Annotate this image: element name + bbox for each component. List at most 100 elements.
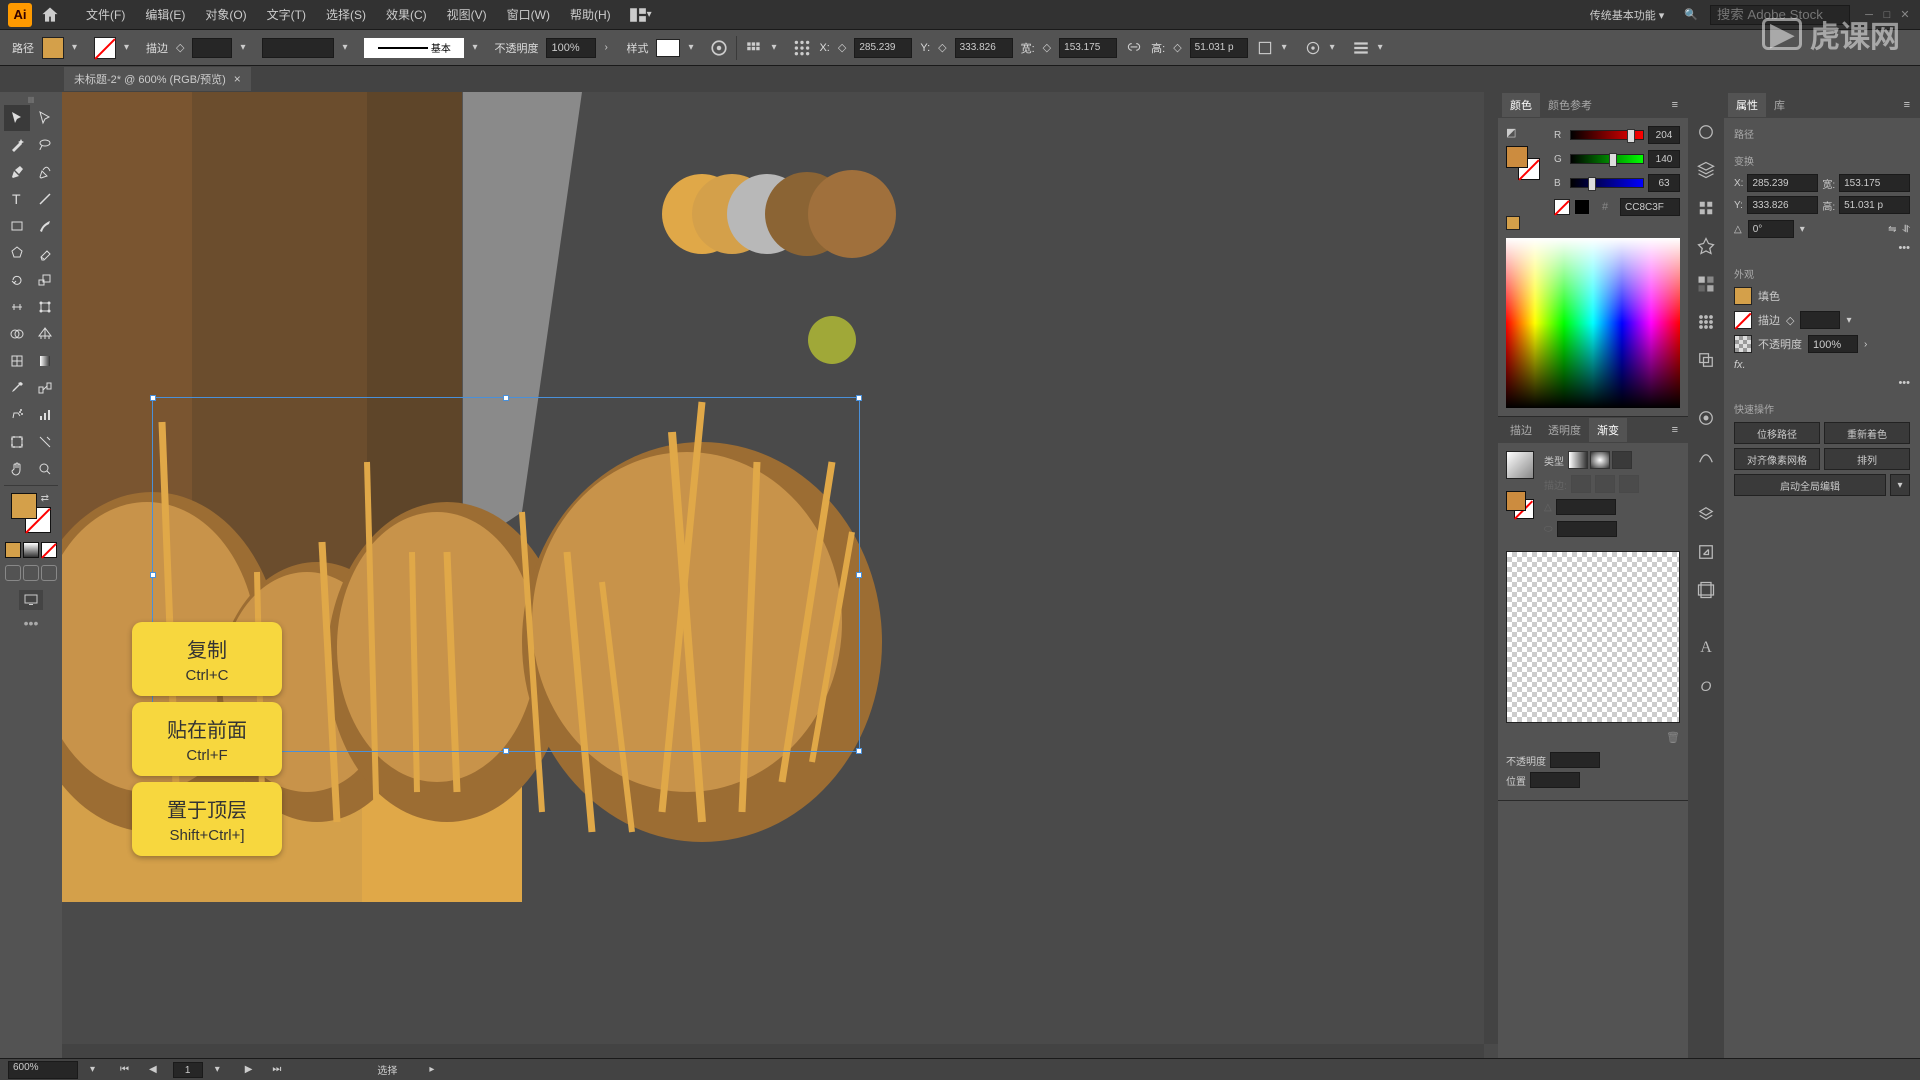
canvas-area[interactable]: 复制 Ctrl+C 贴在前面 Ctrl+F 置于顶层 Shift+Ctrl+] (62, 92, 1498, 1058)
none-swatch-icon[interactable] (1554, 199, 1570, 215)
menu-window[interactable]: 窗口(W) (497, 6, 560, 23)
link-wh-icon[interactable] (1125, 39, 1143, 57)
prev-artboard-icon[interactable]: ◀ (145, 1064, 161, 1075)
close-icon[interactable]: ✕ (1898, 8, 1912, 22)
resize-handle[interactable] (150, 395, 156, 401)
flip-v-icon[interactable]: ⥯ (1903, 224, 1910, 235)
fill-stroke-indicator[interactable]: ⇄ (11, 493, 51, 533)
layers2-dock-icon[interactable] (1696, 504, 1716, 524)
next-artboard-icon[interactable]: ▶ (241, 1064, 257, 1075)
props-opacity-input[interactable]: 100% (1808, 335, 1858, 353)
mesh-tool[interactable] (4, 348, 30, 374)
resize-handle[interactable] (856, 572, 862, 578)
more-options-icon[interactable]: ••• (1898, 377, 1910, 389)
menu-view[interactable]: 视图(V) (437, 6, 497, 23)
menu-edit[interactable]: 编辑(E) (135, 6, 195, 23)
h-stepper[interactable]: ◇ (1173, 41, 1181, 54)
first-artboard-icon[interactable]: ⏮ (116, 1064, 133, 1075)
global-edit-dropdown[interactable]: ▾ (1890, 474, 1910, 496)
x-input[interactable] (854, 38, 912, 58)
fill-color[interactable] (11, 493, 37, 519)
gradient-mode[interactable] (23, 542, 39, 558)
stroke-dropdown[interactable]: ▾ (124, 42, 138, 53)
pen-tool[interactable] (4, 159, 30, 185)
tab-color-guide[interactable]: 颜色参考 (1540, 93, 1600, 117)
asset-export-dock-icon[interactable] (1696, 542, 1716, 562)
arrange-button[interactable]: 排列 (1824, 448, 1910, 470)
menu-help[interactable]: 帮助(H) (560, 6, 621, 23)
swatches-dock-icon[interactable] (1696, 274, 1716, 294)
tab-libraries[interactable]: 库 (1766, 93, 1793, 117)
arrange-docs-icon[interactable] (629, 6, 647, 24)
flip-h-icon[interactable]: ⇋ (1888, 224, 1896, 235)
color-mode[interactable] (5, 542, 21, 558)
gradient-ramp[interactable] (1506, 551, 1680, 723)
props-h-input[interactable]: 51.031 p (1839, 196, 1910, 214)
radial-gradient-btn[interactable] (1590, 451, 1610, 469)
props-angle-input[interactable]: 0° (1748, 220, 1794, 238)
menu-type[interactable]: 文字(T) (257, 6, 316, 23)
eraser-tool[interactable] (32, 240, 58, 266)
stroke-stepper-down[interactable]: ◇ (176, 41, 184, 54)
global-edit-button[interactable]: 启动全局编辑 (1734, 474, 1886, 496)
menu-effect[interactable]: 效果(C) (376, 6, 437, 23)
paintbrush-tool[interactable] (32, 213, 58, 239)
brush-dropdown[interactable]: ▾ (472, 42, 486, 53)
swap-fill-stroke-icon[interactable]: ⇄ (41, 493, 49, 504)
panel-fill-swatch[interactable] (1506, 146, 1528, 168)
tab-close-icon[interactable]: × (234, 72, 241, 86)
glyphs-dock-icon[interactable]: O (1696, 676, 1716, 696)
tab-color[interactable]: 颜色 (1502, 93, 1540, 117)
fill-active-icon[interactable]: ◩ (1506, 126, 1520, 140)
style-dropdown[interactable]: ▾ (688, 42, 702, 53)
home-icon[interactable] (40, 5, 60, 25)
tab-transparency[interactable]: 透明度 (1540, 418, 1589, 442)
y-input[interactable] (955, 38, 1013, 58)
zoom-level[interactable]: 600% (8, 1061, 78, 1079)
search-icon[interactable]: 🔍 (1684, 8, 1698, 21)
props-fill-swatch[interactable] (1734, 287, 1752, 305)
graph-tool[interactable] (32, 402, 58, 428)
document-tab[interactable]: 未标题-2* @ 600% (RGB/预览) × (64, 67, 251, 91)
grad-opacity-input[interactable] (1550, 752, 1600, 768)
type-tool[interactable]: T (4, 186, 30, 212)
horizontal-scrollbar[interactable] (62, 1044, 1484, 1058)
isolate-icon[interactable] (1304, 39, 1322, 57)
hex-input[interactable] (1620, 198, 1680, 216)
opacity-input[interactable] (546, 38, 596, 58)
opacity-dropdown[interactable]: › (604, 42, 618, 53)
slice-tool[interactable] (32, 429, 58, 455)
h-input[interactable] (1190, 38, 1248, 58)
pathfinder-dock-icon[interactable] (1696, 350, 1716, 370)
hand-tool[interactable] (4, 456, 30, 482)
menu-object[interactable]: 对象(O) (195, 6, 256, 23)
black-swatch-icon[interactable] (1574, 199, 1590, 215)
artboard-tool[interactable] (4, 429, 30, 455)
shaper-tool[interactable] (4, 240, 30, 266)
transform-ref-icon[interactable] (793, 39, 811, 57)
menu-select[interactable]: 选择(S) (316, 6, 376, 23)
resize-handle[interactable] (856, 748, 862, 754)
graphic-styles-dock-icon[interactable] (1696, 446, 1716, 466)
recolor-icon[interactable] (710, 39, 728, 57)
artboards-dock-icon[interactable] (1696, 580, 1716, 600)
w-input[interactable] (1059, 38, 1117, 58)
g-slider[interactable] (1570, 154, 1644, 164)
curvature-tool[interactable] (32, 159, 58, 185)
arrange-dropdown[interactable]: ▾ (647, 9, 661, 20)
menu-file[interactable]: 文件(F) (76, 6, 135, 23)
g-value[interactable]: 140 (1648, 150, 1680, 168)
style-swatch[interactable] (656, 39, 680, 57)
last-artboard-icon[interactable]: ⏭ (268, 1064, 285, 1075)
panel-grab[interactable]: ⦀⦀ (4, 96, 58, 104)
vertical-scrollbar[interactable] (1484, 92, 1498, 1044)
grad-aspect-input[interactable] (1557, 521, 1617, 537)
direct-selection-tool[interactable] (32, 105, 58, 131)
eyedropper-tool[interactable] (4, 375, 30, 401)
fx-label[interactable]: fx. (1734, 359, 1746, 371)
align-dock-icon[interactable] (1696, 312, 1716, 332)
tab-stroke[interactable]: 描边 (1502, 418, 1540, 442)
props-stroke-weight[interactable] (1800, 311, 1840, 329)
delete-stop-icon[interactable]: 🗑 (1666, 731, 1680, 744)
x-stepper[interactable]: ◇ (838, 41, 846, 54)
